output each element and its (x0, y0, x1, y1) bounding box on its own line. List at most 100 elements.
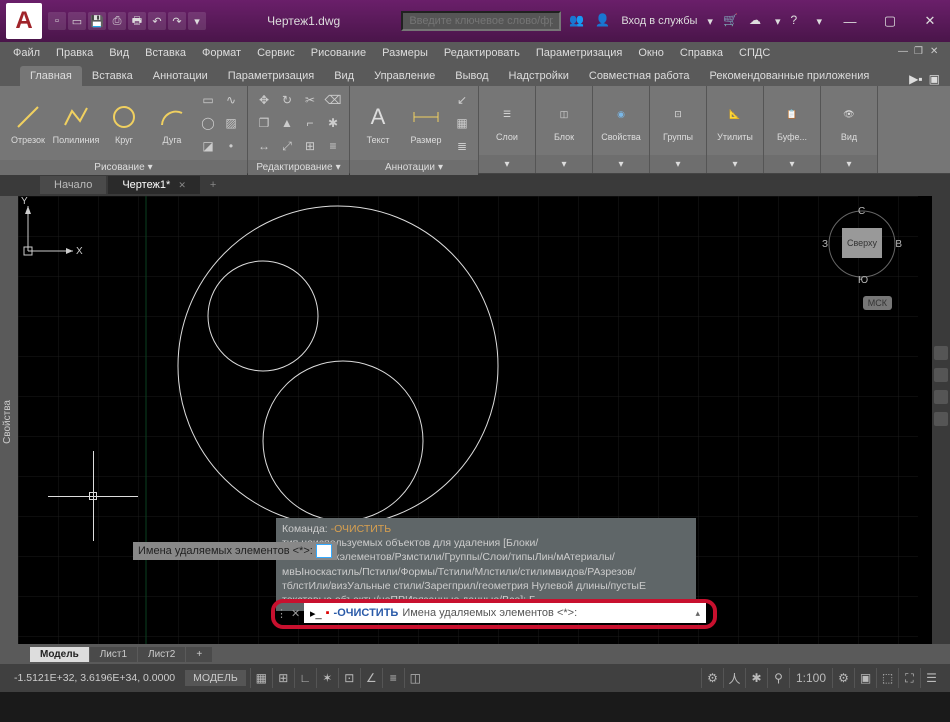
view-button[interactable]: 👁Вид (827, 91, 871, 151)
command-line[interactable]: ▸_ ▪ -ОЧИСТИТЬ Имена удаляемых элементов… (304, 603, 706, 623)
login-dropdown-icon[interactable]: ▾ (707, 15, 713, 28)
hatch-icon[interactable]: ▨ (221, 113, 241, 133)
help-icon[interactable]: ? (790, 13, 806, 29)
play-icon[interactable]: ▶▪ (909, 72, 922, 86)
cmdline-close-icon[interactable]: ✕ (288, 607, 304, 620)
menu-modify[interactable]: Редактировать (437, 45, 527, 61)
menu-param[interactable]: Параметризация (529, 45, 629, 61)
fillet-icon[interactable]: ⌐ (300, 113, 320, 133)
scale-icon[interactable]: ⤢ (277, 136, 297, 156)
maximize-button[interactable]: ▢ (870, 7, 910, 35)
panel-block-label[interactable]: ▾ (536, 155, 592, 173)
move-icon[interactable]: ✥ (254, 90, 274, 110)
menu-file[interactable]: Файл (6, 45, 47, 61)
menu-spds[interactable]: СПДС (732, 45, 777, 61)
menu-edit[interactable]: Правка (49, 45, 100, 61)
tab-layout2[interactable]: Лист2 (138, 647, 185, 662)
layers-button[interactable]: ☰Слои (485, 91, 529, 151)
wheel-icon[interactable] (934, 412, 948, 426)
search-input[interactable] (401, 11, 561, 31)
cleanscreen-icon[interactable]: ⛶ (898, 668, 920, 688)
menu-help[interactable]: Справка (673, 45, 730, 61)
text-button[interactable]: AТекст (356, 93, 400, 153)
tab-collab[interactable]: Совместная работа (579, 66, 700, 86)
viewcube-w[interactable]: З (822, 239, 828, 250)
snap-toggle-icon[interactable]: ⊞ (272, 668, 294, 688)
tab-layout1[interactable]: Лист1 (90, 647, 137, 662)
transparency-icon[interactable]: ◫ (404, 668, 426, 688)
leader-icon[interactable]: ↙ (452, 90, 472, 110)
tab-add-button[interactable]: + (202, 176, 224, 194)
block-button[interactable]: ◫Блок (542, 91, 586, 151)
polyline-button[interactable]: Полилиния (54, 93, 98, 153)
trim-icon[interactable]: ✂ (300, 90, 320, 110)
user-icon[interactable]: 👤 (595, 13, 611, 29)
tab-addons[interactable]: Надстройки (499, 66, 579, 86)
qat-new-icon[interactable]: ▫ (48, 12, 66, 30)
qat-saveas-icon[interactable]: ⎙ (108, 12, 126, 30)
line-button[interactable]: Отрезок (6, 93, 50, 153)
panel-groups-label[interactable]: ▾ (650, 155, 706, 173)
table-icon[interactable]: ▦ (452, 113, 472, 133)
otrack-toggle-icon[interactable]: ∠ (360, 668, 382, 688)
tooltip-input[interactable] (316, 544, 332, 558)
menu-insert[interactable]: Вставка (138, 45, 193, 61)
menu-service[interactable]: Сервис (250, 45, 302, 61)
doc-close-icon[interactable]: ✕ (930, 46, 944, 60)
isolate-icon[interactable]: ▣ (854, 668, 876, 688)
mirror-icon[interactable]: ▲ (277, 113, 297, 133)
region-icon[interactable]: ◪ (198, 136, 218, 156)
tab-close-icon[interactable]: ✕ (178, 180, 186, 191)
ortho-toggle-icon[interactable]: ∟ (294, 668, 316, 688)
workspace-switch-icon[interactable]: ⚙ (832, 668, 854, 688)
dim-button[interactable]: Размер (404, 93, 448, 153)
panel-view-label[interactable]: ▾ (821, 155, 877, 173)
viewcube-face[interactable]: Сверху (842, 228, 882, 258)
tab-param[interactable]: Параметризация (218, 66, 324, 86)
panel-props-label[interactable]: ▾ (593, 155, 649, 173)
orbit-icon[interactable] (934, 390, 948, 404)
panel-clip-label[interactable]: ▾ (764, 155, 820, 173)
cloud-dropdown-icon[interactable]: ▾ (775, 15, 781, 28)
utils-button[interactable]: 📐Утилиты (713, 91, 757, 151)
offset-icon[interactable]: ≡ (323, 136, 343, 156)
qat-more-icon[interactable]: ▾ (188, 12, 206, 30)
clip-button[interactable]: 📋Буфе... (770, 91, 814, 151)
viewcube-s[interactable]: Ю (858, 275, 868, 286)
tab-view[interactable]: Вид (324, 66, 364, 86)
qat-redo-icon[interactable]: ↷ (168, 12, 186, 30)
scale-readout[interactable]: 1:100 (789, 668, 832, 688)
rotate-icon[interactable]: ↻ (277, 90, 297, 110)
cmdline-expand-icon[interactable]: ▴ (695, 608, 700, 619)
lineweight-icon[interactable]: ≡ (382, 668, 404, 688)
customize-icon[interactable]: ☰ (920, 668, 942, 688)
tab-home[interactable]: Главная (20, 66, 82, 86)
mtext-icon[interactable]: ≣ (452, 136, 472, 156)
panel-anno-label[interactable]: Аннотации (385, 162, 435, 173)
annoscale4-icon[interactable]: ⚲ (767, 668, 789, 688)
panel-draw-label[interactable]: Рисование (94, 162, 144, 173)
point-icon[interactable]: • (221, 136, 241, 156)
viewcube-e[interactable]: В (895, 239, 902, 250)
tab-featured[interactable]: Рекомендованные приложения (700, 66, 880, 86)
cmdline-drag-handle[interactable]: ⋮ (276, 602, 288, 624)
tab-output[interactable]: Вывод (445, 66, 498, 86)
ucs-badge[interactable]: МСК (863, 296, 892, 310)
menu-view[interactable]: Вид (102, 45, 136, 61)
spline-icon[interactable]: ∿ (221, 90, 241, 110)
grid-toggle-icon[interactable]: ▦ (250, 668, 272, 688)
erase-icon[interactable]: ⌫ (323, 90, 343, 110)
menu-dims[interactable]: Размеры (375, 45, 435, 61)
tab-manage[interactable]: Управление (364, 66, 445, 86)
help-dropdown-icon[interactable]: ▾ (816, 15, 822, 28)
doc-minimize-icon[interactable]: — (898, 46, 912, 60)
qat-open-icon[interactable]: ▭ (68, 12, 86, 30)
circle-button[interactable]: Круг (102, 93, 146, 153)
tab-model[interactable]: Модель (30, 647, 89, 662)
props-button[interactable]: ◉Свойства (599, 91, 643, 151)
groups-button[interactable]: ⊡Группы (656, 91, 700, 151)
array-icon[interactable]: ⊞ (300, 136, 320, 156)
menu-draw[interactable]: Рисование (304, 45, 373, 61)
annoscale2-icon[interactable]: 人 (723, 668, 745, 688)
collapse-ribbon-icon[interactable]: ▣ (929, 72, 940, 86)
